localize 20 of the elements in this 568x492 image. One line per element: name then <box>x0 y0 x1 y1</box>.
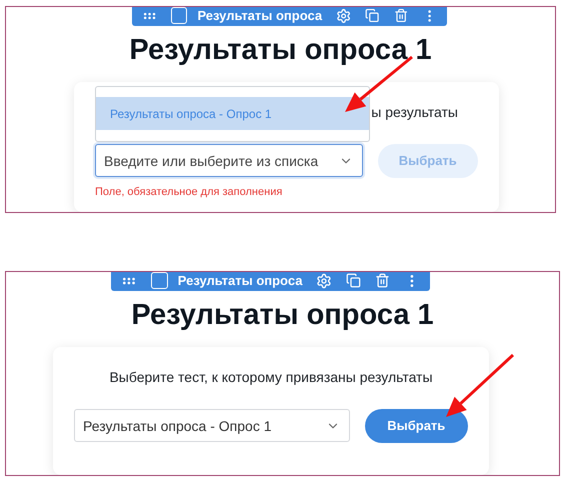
settings-icon[interactable] <box>316 272 332 289</box>
settings-icon[interactable] <box>336 8 352 24</box>
trash-icon[interactable] <box>375 273 390 288</box>
field-label: ы результаты <box>371 103 458 122</box>
block-title: Результаты опроса <box>178 272 302 290</box>
select-field[interactable]: Результаты опроса - Опрос 1 <box>74 409 350 442</box>
copy-icon[interactable] <box>365 8 380 24</box>
field-label: Выберите тест, к которому привязаны результаты <box>109 368 433 387</box>
checkbox[interactable] <box>150 272 168 290</box>
page-heading: Результаты опроса 1 <box>128 32 433 68</box>
block-title: Результаты опроса <box>197 7 322 25</box>
annotation-arrow <box>446 354 514 417</box>
page-heading: Результаты опроса 1 <box>130 298 435 332</box>
error-message: Поле, обязательное для заполнения <box>95 184 284 200</box>
checkbox[interactable] <box>171 7 188 24</box>
trash-icon[interactable] <box>394 8 408 24</box>
dropdown-option[interactable]: Результаты опроса - Опрос 1 <box>96 97 369 130</box>
select-field[interactable]: Введите или выберите из списка <box>95 144 363 177</box>
copy-icon[interactable] <box>346 273 362 288</box>
select-button[interactable]: Выбрать <box>364 408 468 442</box>
